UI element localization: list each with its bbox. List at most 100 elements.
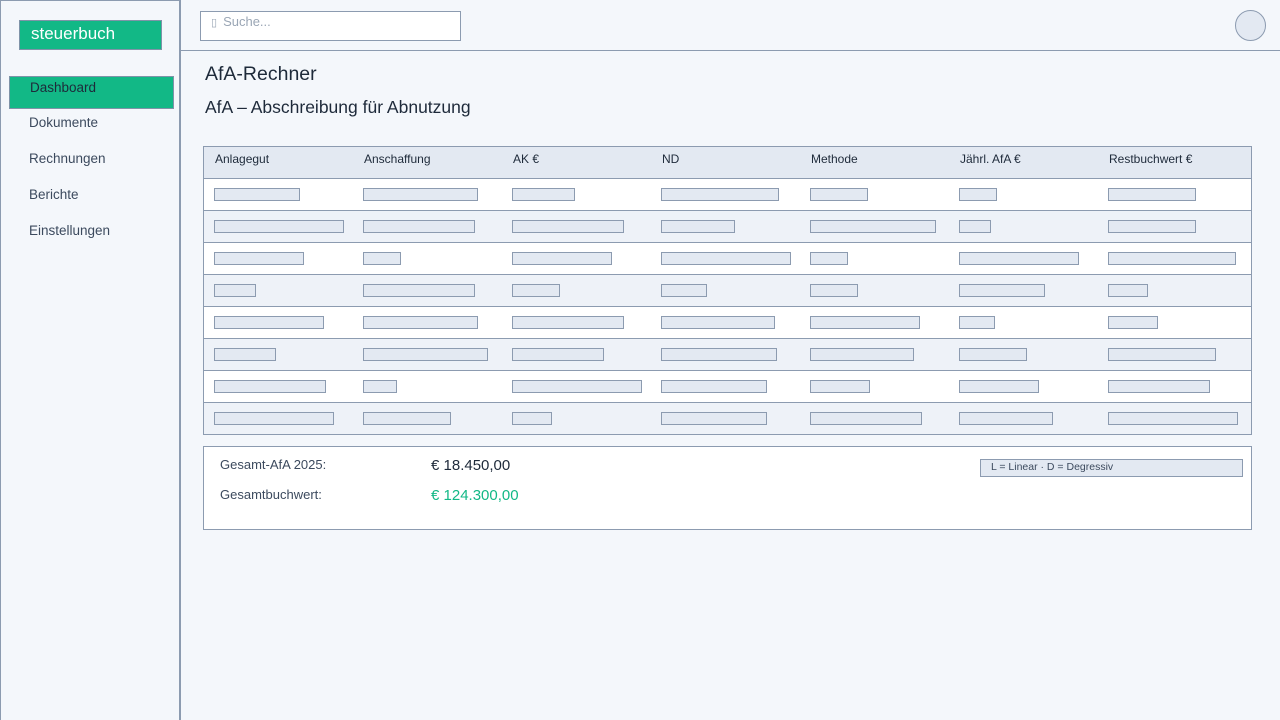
table-row[interactable] bbox=[203, 211, 1252, 243]
cell-placeholder bbox=[810, 316, 920, 329]
cell-placeholder bbox=[1108, 316, 1158, 329]
cell-placeholder bbox=[959, 220, 991, 233]
top-header: ▯ Suche... bbox=[181, 0, 1280, 51]
cell-placeholder bbox=[1108, 188, 1196, 201]
cell-placeholder bbox=[512, 220, 624, 233]
cell-placeholder bbox=[214, 316, 324, 329]
table-cell bbox=[800, 252, 949, 265]
cell-placeholder bbox=[959, 412, 1053, 425]
cell-placeholder bbox=[363, 284, 475, 297]
table-cell bbox=[502, 380, 651, 393]
table-cell bbox=[353, 220, 502, 233]
cell-placeholder bbox=[959, 284, 1045, 297]
table-cell bbox=[1098, 220, 1247, 233]
column-header-ak[interactable]: AK € bbox=[502, 147, 651, 178]
table-cell bbox=[949, 412, 1098, 425]
table-row[interactable] bbox=[203, 403, 1252, 435]
cell-placeholder bbox=[661, 316, 775, 329]
table-cell bbox=[949, 380, 1098, 393]
column-header-jaehrl-afa[interactable]: Jährl. AfA € bbox=[949, 147, 1098, 178]
cell-placeholder bbox=[661, 348, 777, 361]
sidebar-item-dashboard[interactable]: Dashboard bbox=[9, 76, 174, 109]
table-row[interactable] bbox=[203, 339, 1252, 371]
table-cell bbox=[353, 252, 502, 265]
sidebar-item-rechnungen[interactable]: Rechnungen bbox=[9, 148, 174, 184]
avatar[interactable] bbox=[1235, 10, 1266, 41]
sidebar-item-berichte[interactable]: Berichte bbox=[9, 184, 174, 220]
brand-logo[interactable]: steuerbuch bbox=[19, 20, 162, 50]
table-cell bbox=[651, 316, 800, 329]
column-header-nd[interactable]: ND bbox=[651, 147, 800, 178]
column-header-anlagegut[interactable]: Anlagegut bbox=[204, 147, 353, 178]
table-cell bbox=[204, 316, 353, 329]
cell-placeholder bbox=[810, 348, 914, 361]
cell-placeholder bbox=[214, 188, 300, 201]
table-row[interactable] bbox=[203, 371, 1252, 403]
table-cell bbox=[502, 220, 651, 233]
table-row[interactable] bbox=[203, 243, 1252, 275]
table-row[interactable] bbox=[203, 275, 1252, 307]
table-cell bbox=[800, 412, 949, 425]
cell-placeholder bbox=[1108, 380, 1210, 393]
table-cell bbox=[651, 284, 800, 297]
page-title: AfA-Rechner bbox=[205, 63, 317, 85]
cell-placeholder bbox=[810, 252, 848, 265]
cell-placeholder bbox=[810, 220, 936, 233]
sidebar: steuerbuch Dashboard Dokumente Rechnunge… bbox=[0, 0, 181, 720]
table-cell bbox=[353, 316, 502, 329]
search-icon: ▯ bbox=[211, 17, 218, 29]
table-cell bbox=[353, 284, 502, 297]
table-row[interactable] bbox=[203, 307, 1252, 339]
book-value-value: € 124.300,00 bbox=[431, 487, 519, 504]
table-cell bbox=[651, 220, 800, 233]
cell-placeholder bbox=[661, 220, 735, 233]
cell-placeholder bbox=[959, 380, 1039, 393]
cell-placeholder bbox=[512, 188, 575, 201]
sidebar-nav: Dashboard Dokumente Rechnungen Berichte … bbox=[9, 76, 174, 256]
table-cell bbox=[204, 284, 353, 297]
cell-placeholder bbox=[661, 188, 779, 201]
table-cell bbox=[353, 380, 502, 393]
table-cell bbox=[800, 220, 949, 233]
cell-placeholder bbox=[810, 412, 922, 425]
search-input[interactable]: ▯ Suche... bbox=[200, 11, 461, 41]
table-cell bbox=[949, 188, 1098, 201]
table-cell bbox=[800, 284, 949, 297]
cell-placeholder bbox=[810, 380, 870, 393]
cell-placeholder bbox=[1108, 412, 1238, 425]
table-cell bbox=[1098, 412, 1247, 425]
table-cell bbox=[502, 188, 651, 201]
cell-placeholder bbox=[1108, 252, 1236, 265]
table-body bbox=[203, 179, 1252, 435]
cell-placeholder bbox=[214, 284, 256, 297]
table-cell bbox=[1098, 316, 1247, 329]
table-header: Anlagegut Anschaffung AK € ND Methode Jä… bbox=[203, 146, 1252, 179]
column-header-restbuchwert[interactable]: Restbuchwert € bbox=[1098, 147, 1247, 178]
cell-placeholder bbox=[363, 220, 475, 233]
table-cell bbox=[204, 252, 353, 265]
table-row[interactable] bbox=[203, 179, 1252, 211]
table-cell bbox=[949, 252, 1098, 265]
table-cell bbox=[1098, 284, 1247, 297]
book-value-label: Gesamtbuchwert: bbox=[220, 487, 322, 502]
table-cell bbox=[204, 220, 353, 233]
cell-placeholder bbox=[810, 188, 868, 201]
table-cell bbox=[204, 348, 353, 361]
table-cell bbox=[353, 348, 502, 361]
cell-placeholder bbox=[512, 284, 560, 297]
cell-placeholder bbox=[512, 412, 552, 425]
column-header-anschaffung[interactable]: Anschaffung bbox=[353, 147, 502, 178]
cell-placeholder bbox=[1108, 348, 1216, 361]
cell-placeholder bbox=[214, 380, 326, 393]
cell-placeholder bbox=[214, 412, 334, 425]
sidebar-item-einstellungen[interactable]: Einstellungen bbox=[9, 220, 174, 256]
table-cell bbox=[502, 284, 651, 297]
cell-placeholder bbox=[661, 380, 767, 393]
cell-placeholder bbox=[214, 252, 304, 265]
cell-placeholder bbox=[959, 348, 1027, 361]
cell-placeholder bbox=[363, 316, 478, 329]
column-header-methode[interactable]: Methode bbox=[800, 147, 949, 178]
table-cell bbox=[651, 412, 800, 425]
sidebar-item-dokumente[interactable]: Dokumente bbox=[9, 112, 174, 148]
cell-placeholder bbox=[214, 348, 276, 361]
